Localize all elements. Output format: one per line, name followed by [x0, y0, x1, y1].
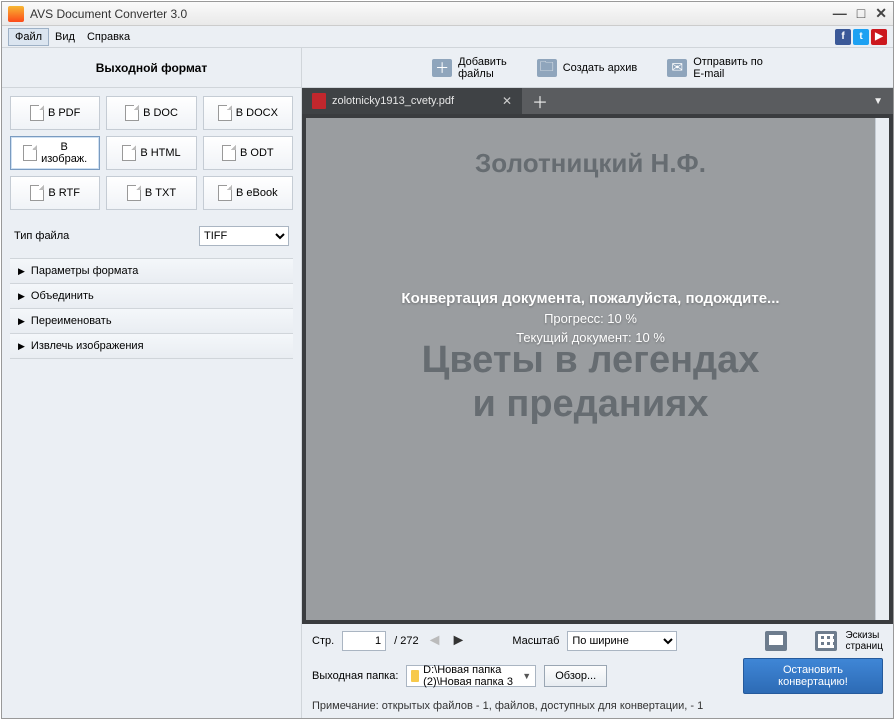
page-total: / 272 [394, 635, 418, 647]
youtube-icon[interactable]: ▶ [871, 29, 887, 45]
send-email-button[interactable]: ✉ Отправить по E-mail [667, 56, 763, 80]
file-type-label: Тип файла [14, 230, 69, 242]
menu-help[interactable]: Справка [81, 29, 136, 45]
mail-icon: ✉ [667, 59, 687, 77]
create-archive-label: Создать архив [563, 62, 637, 74]
chevron-right-icon: ▶ [18, 341, 25, 352]
page-label: Стр. [312, 635, 334, 647]
print-button[interactable] [765, 631, 787, 651]
chevron-down-icon: ▼ [522, 671, 531, 681]
page-number-input[interactable] [342, 631, 386, 651]
main-area: zolotnicky1913_cvety.pdf ✕ ＋ ▼ Золотницк… [302, 88, 893, 718]
format-html[interactable]: В HTML [106, 136, 196, 170]
format-pdf[interactable]: В PDF [10, 96, 100, 130]
format-rtf[interactable]: В RTF [10, 176, 100, 210]
accordion-format-params[interactable]: ▶Параметры формата [10, 259, 293, 284]
accordion-extract-images[interactable]: ▶Извлечь изображения [10, 334, 293, 359]
accordion-rename[interactable]: ▶Переименовать [10, 309, 293, 334]
file-icon [30, 105, 44, 121]
stop-conversion-button[interactable]: Остановить конвертацию! [743, 658, 883, 694]
app-icon [8, 6, 24, 22]
add-tab-button[interactable]: ＋ [522, 89, 558, 113]
menu-file[interactable]: Файл [8, 28, 49, 46]
create-archive-button[interactable]: 🗀 Создать архив [537, 59, 637, 77]
format-docx[interactable]: В DOCX [203, 96, 293, 130]
footer: Стр. / 272 ◄ ► Масштаб По ширине Эскизы … [302, 624, 893, 718]
file-icon [30, 185, 44, 201]
twitter-icon[interactable]: t [853, 29, 869, 45]
add-files-button[interactable]: ＋ Добавить файлы [432, 56, 507, 80]
archive-icon: 🗀 [537, 59, 557, 77]
tab-close-icon[interactable]: ✕ [502, 94, 512, 108]
overlay-current: Текущий документ: 10 % [306, 330, 875, 345]
zoom-select[interactable]: По ширине [567, 631, 677, 651]
prev-page-button[interactable]: ◄ [427, 632, 443, 650]
close-button[interactable]: ✕ [875, 5, 887, 22]
doc-title: Цветы в легендах и преданиях [422, 339, 760, 426]
chevron-right-icon: ▶ [18, 291, 25, 302]
tabbar: zolotnicky1913_cvety.pdf ✕ ＋ ▼ [302, 88, 893, 114]
file-type-select[interactable]: TIFF [199, 226, 289, 246]
document-content: Золотницкий Н.Ф. Цветы в легендах и пред… [306, 118, 875, 620]
maximize-button[interactable]: □ [857, 5, 865, 22]
chevron-right-icon: ▶ [18, 266, 25, 277]
thumbnails-button[interactable] [815, 631, 837, 651]
app-window: AVS Document Converter 3.0 — □ ✕ Файл Ви… [1, 1, 894, 719]
format-ebook[interactable]: В eBook [203, 176, 293, 210]
add-files-label: Добавить файлы [458, 56, 507, 80]
browse-button[interactable]: Обзор... [544, 665, 607, 687]
send-email-label: Отправить по E-mail [693, 56, 763, 80]
sidebar: В PDF В DOC В DOCX В изображ. В HTML В O… [2, 88, 302, 718]
file-icon [125, 105, 139, 121]
toolbar-row: Выходной формат ＋ Добавить файлы 🗀 Созда… [2, 48, 893, 88]
file-icon [122, 145, 136, 161]
file-icon [218, 185, 232, 201]
next-page-button[interactable]: ► [450, 632, 466, 650]
file-icon [218, 105, 232, 121]
menubar: Файл Вид Справка f t ▶ [2, 26, 893, 48]
format-odt[interactable]: В ODT [203, 136, 293, 170]
pdf-icon [312, 93, 326, 109]
format-image[interactable]: В изображ. [10, 136, 100, 170]
file-icon [222, 145, 236, 161]
sidebar-header: Выходной формат [2, 48, 302, 87]
vertical-scrollbar[interactable] [875, 118, 889, 620]
doc-author: Золотницкий Н.Ф. [475, 148, 706, 179]
overlay-message: Конвертация документа, пожалуйста, подож… [306, 290, 875, 307]
tab-filename: zolotnicky1913_cvety.pdf [332, 95, 454, 107]
output-folder-path: D:\Новая папка (2)\Новая папка 3 [423, 664, 518, 688]
document-tab[interactable]: zolotnicky1913_cvety.pdf ✕ [302, 88, 522, 114]
facebook-icon[interactable]: f [835, 29, 851, 45]
minimize-button[interactable]: — [833, 5, 847, 22]
output-folder-label: Выходная папка: [312, 670, 398, 682]
zoom-label: Масштаб [512, 635, 559, 647]
body: В PDF В DOC В DOCX В изображ. В HTML В O… [2, 88, 893, 718]
format-doc[interactable]: В DOC [106, 96, 196, 130]
preview-container: Золотницкий Н.Ф. Цветы в легендах и пред… [302, 114, 893, 624]
file-icon [127, 185, 141, 201]
tab-menu-button[interactable]: ▼ [863, 96, 893, 107]
status-note: Примечание: открытых файлов - 1, файлов,… [312, 700, 883, 712]
output-folder-combo[interactable]: D:\Новая папка (2)\Новая папка 3 ▼ [406, 665, 536, 687]
conversion-overlay: Конвертация документа, пожалуйста, подож… [306, 290, 875, 345]
chevron-right-icon: ▶ [18, 316, 25, 327]
overlay-progress: Прогресс: 10 % [306, 311, 875, 326]
window-title: AVS Document Converter 3.0 [30, 7, 187, 21]
file-icon [23, 145, 37, 161]
accordion-merge[interactable]: ▶Объединить [10, 284, 293, 309]
folder-icon [411, 670, 419, 682]
titlebar: AVS Document Converter 3.0 — □ ✕ [2, 2, 893, 26]
format-txt[interactable]: В TXT [106, 176, 196, 210]
menu-view[interactable]: Вид [49, 29, 81, 45]
plus-icon: ＋ [432, 59, 452, 77]
document-preview[interactable]: Золотницкий Н.Ф. Цветы в легендах и пред… [306, 118, 875, 620]
thumbnails-label: Эскизы страниц [845, 630, 883, 652]
